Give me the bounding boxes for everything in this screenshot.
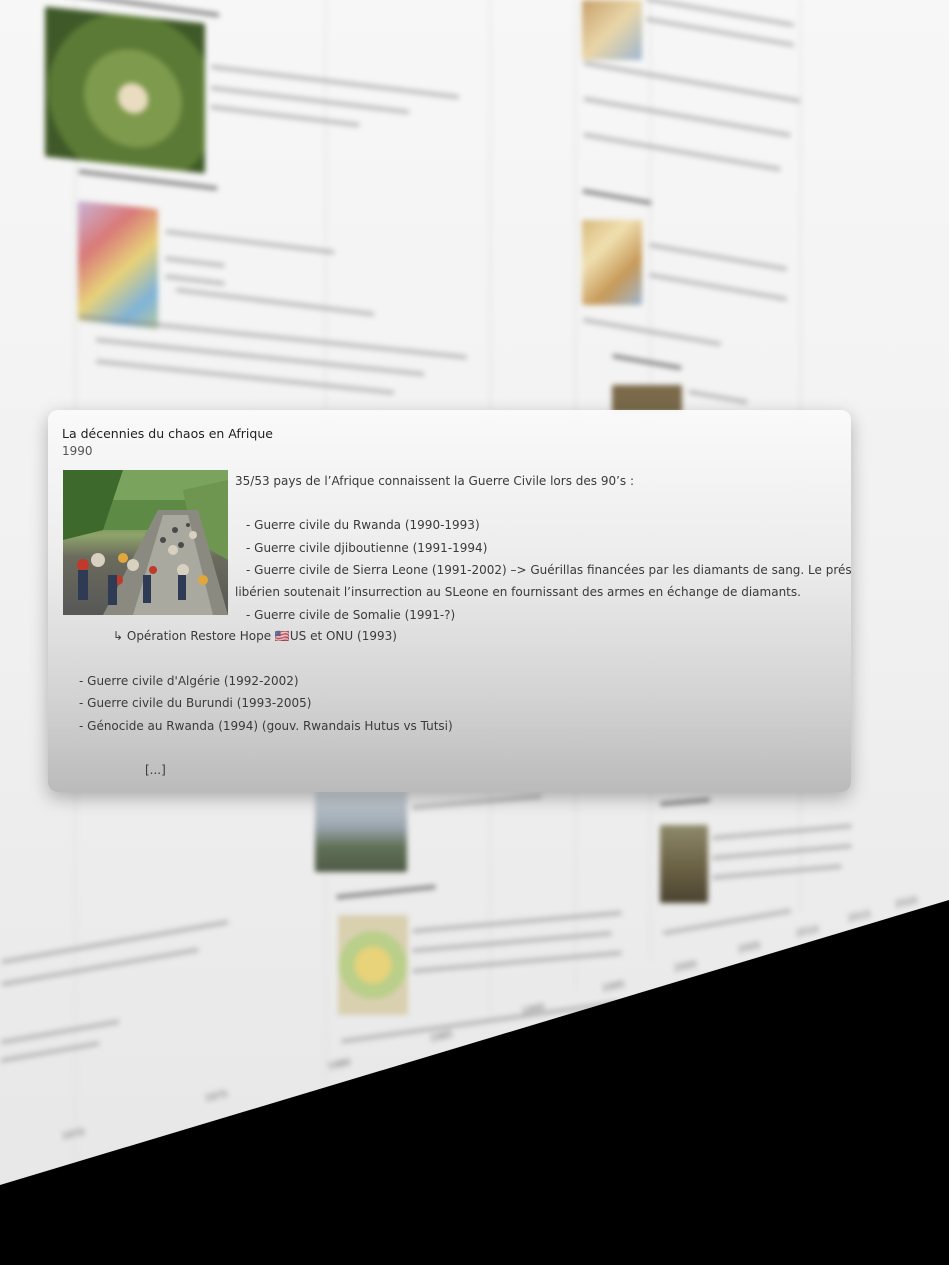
list-item: - Guerre civile d'Algérie (1992-2002) [79,674,299,688]
map-thumbnail-right-1 [582,0,642,60]
sub-list-item: ↳ Opération Restore Hope 🇺🇸US et ONU (19… [113,629,397,643]
tick-label: 2005 [737,940,762,956]
map-thumbnail [78,200,158,330]
list-item: - Guerre civile de Sierra Leone (1991-20… [246,563,851,577]
soldier-photo-thumbnail [660,825,708,903]
tick-label: 1980 [327,1057,352,1073]
event-intro: 35/53 pays de l’Afrique connaissent la G… [235,474,635,488]
tick-label: 1970 [61,1127,86,1143]
list-item: - Génocide au Rwanda (1994) (gouv. Rwand… [79,719,453,733]
tick-label: 2010 [795,924,820,940]
list-item: libérien soutenait l’insurrection au SLe… [235,585,801,599]
street-photo-thumbnail [315,790,407,872]
tick-label: 2000 [673,959,698,975]
tick-label: 2020 [894,895,919,911]
tick-label: 2015 [847,909,872,925]
ethiopia-map-thumbnail [338,915,408,1015]
ellipsis-more[interactable]: [...] [145,763,166,777]
map-thumbnail-right-2 [582,220,642,305]
tick-label: 1995 [601,979,626,995]
event-date: 1990 [62,444,93,458]
list-item: - Guerre civile de Somalie (1991-?) [246,608,456,622]
event-title: La décennies du chaos en Afrique [62,426,273,441]
tick-label: 1975 [204,1089,229,1105]
event-card[interactable]: La décennies du chaos en Afrique 1990 35… [48,410,851,792]
list-item: - Guerre civile du Rwanda (1990-1993) [246,518,480,532]
aerial-photo-thumbnail [45,6,205,174]
list-item: - Guerre civile djiboutienne (1991-1994) [246,541,488,555]
tick-label: 1985 [429,1029,454,1045]
list-item: - Guerre civile du Burundi (1993-2005) [79,696,312,710]
refugees-photo [63,470,228,615]
